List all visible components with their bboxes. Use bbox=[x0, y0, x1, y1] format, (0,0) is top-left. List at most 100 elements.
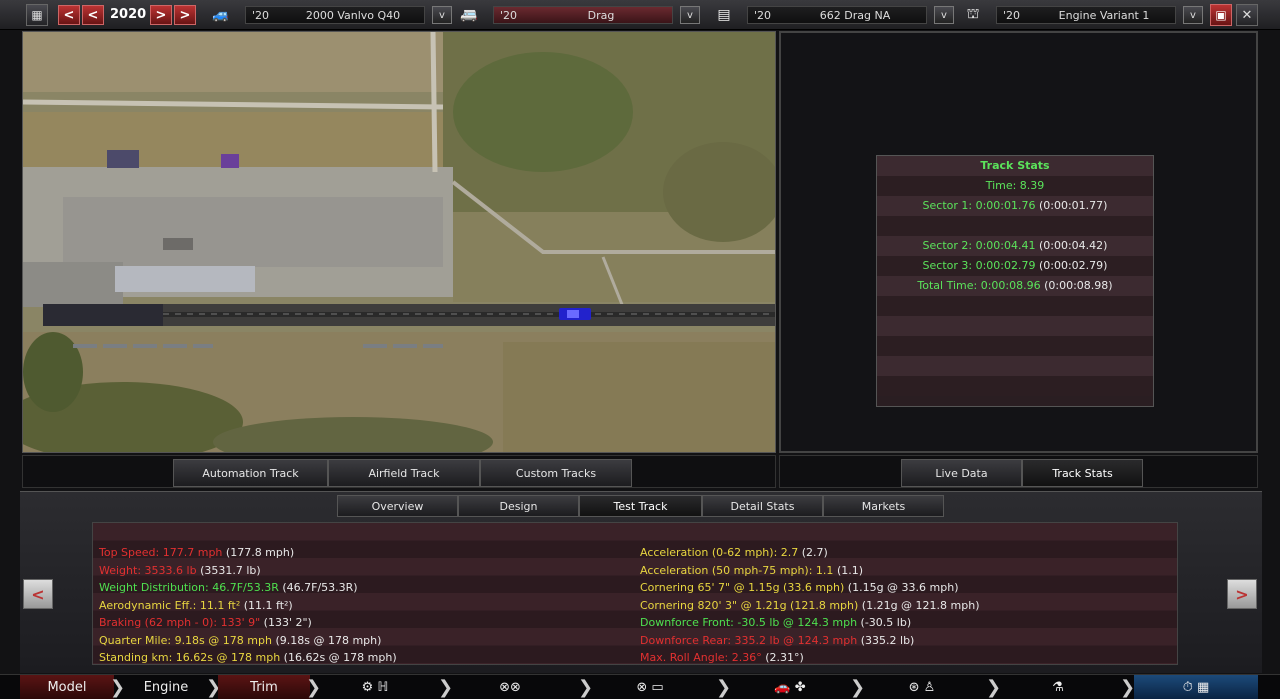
track-time: Time: 8.39 bbox=[877, 176, 1153, 196]
nav-drivetrain-icon[interactable]: ⊗ ▭ bbox=[590, 675, 710, 699]
empty-row bbox=[877, 336, 1153, 356]
stat-row: Downforce Front: -30.5 lb @ 124.3 mph (-… bbox=[640, 614, 980, 632]
track-map[interactable] bbox=[22, 31, 776, 453]
stat-reference: (335.2 lb) bbox=[860, 633, 915, 647]
variant-icon: ⛫ bbox=[966, 6, 980, 22]
nav-model[interactable]: Model bbox=[20, 675, 114, 699]
performance-stats: Top Speed: 177.7 mph (177.8 mph) Weight: … bbox=[92, 522, 1178, 665]
stat-reference: (1.1) bbox=[836, 563, 864, 577]
stat-value: Weight Distribution: 46.7F/53.3R bbox=[99, 581, 279, 594]
sector-3-row: Sector 3: 0:00:02.79 (0:00:02.79) bbox=[877, 256, 1153, 276]
save-icon[interactable]: ▣ bbox=[1210, 4, 1232, 26]
total-time-ref: (0:00:08.98) bbox=[1044, 279, 1113, 292]
variant-select[interactable]: '20 Engine Variant 1 bbox=[996, 6, 1176, 24]
stat-reference: (16.62s @ 178 mph) bbox=[283, 651, 397, 664]
calendar-icon[interactable]: ▦ bbox=[26, 4, 48, 26]
tab-overview[interactable]: Overview bbox=[337, 495, 458, 517]
variant-dropdown-button[interactable]: v bbox=[1183, 6, 1203, 24]
variant-name: Engine Variant 1 bbox=[1058, 8, 1150, 22]
nav-engine[interactable]: Engine bbox=[122, 675, 210, 699]
nav-test-drive-icon[interactable]: ⏱ ▦ bbox=[1134, 675, 1258, 699]
nav-interior-icon[interactable]: ⊛ ♙ bbox=[862, 675, 982, 699]
model-select[interactable]: '20 2000 Vanlvo Q40 bbox=[245, 6, 425, 24]
tab-design[interactable]: Design bbox=[458, 495, 579, 517]
stat-reference: (3531.7 lb) bbox=[200, 563, 261, 577]
model-name: 2000 Vanlvo Q40 bbox=[305, 8, 401, 22]
engine-dropdown-button[interactable]: v bbox=[934, 6, 954, 24]
sector-1-row: Sector 1: 0:00:01.76 (0:00:01.77) bbox=[877, 196, 1153, 216]
tab-live-data[interactable]: Live Data bbox=[901, 459, 1022, 487]
spacer-row bbox=[877, 216, 1153, 236]
empty-row bbox=[877, 316, 1153, 336]
prev-decade-button[interactable]: < bbox=[58, 5, 80, 25]
tab-detail-stats[interactable]: Detail Stats bbox=[702, 495, 823, 517]
prev-year-button[interactable]: < bbox=[82, 5, 104, 25]
next-page-button[interactable]: > bbox=[1227, 579, 1257, 609]
stat-row: Top Speed: 177.7 mph (177.8 mph) bbox=[99, 544, 397, 562]
stat-reference: (2.31°) bbox=[765, 651, 804, 664]
stat-reference: (1.15g @ 33.6 mph) bbox=[847, 581, 959, 594]
stat-reference: (2.7) bbox=[801, 546, 828, 559]
stats-tab-bar: Live Data Track Stats bbox=[779, 455, 1258, 488]
close-button[interactable]: ✕ bbox=[1236, 4, 1258, 26]
stat-row: Acceleration (50 mph-75 mph): 1.1 (1.1) bbox=[640, 562, 980, 580]
stat-row: Weight Distribution: 46.7F/53.3R (46.7F/… bbox=[99, 579, 397, 597]
engine-name: 662 Drag NA bbox=[819, 8, 891, 22]
sector-1-value: Sector 1: 0:00:01.76 bbox=[922, 199, 1036, 212]
stats-right-column: Acceleration (0-62 mph): 2.7 (2.7) Accele… bbox=[640, 544, 980, 667]
stat-value: Acceleration (50 mph-75 mph): 1.1 bbox=[640, 563, 834, 577]
tab-automation-track[interactable]: Automation Track bbox=[173, 459, 328, 487]
nav-engine-label: Engine bbox=[143, 680, 189, 695]
next-decade-button[interactable]: > bbox=[174, 5, 196, 25]
stat-reference: (-30.5 lb) bbox=[860, 616, 912, 629]
stat-value: Braking (62 mph - 0): 133' 9" bbox=[99, 616, 261, 629]
bottom-nav: Model ❯ Engine ❯ Trim ❯ ⚙ ℍ ❯ ⊗⊗ ❯ ⊗ ▭ ❯… bbox=[0, 674, 1280, 699]
sector-2-ref: (0:00:04.42) bbox=[1038, 239, 1108, 252]
stat-value: Acceleration (0-62 mph): 2.7 bbox=[640, 546, 799, 559]
stat-reference: (46.7F/53.3R) bbox=[282, 581, 358, 594]
track-tab-bar: Automation Track Airfield Track Custom T… bbox=[22, 455, 776, 488]
stat-value: Downforce Front: -30.5 lb @ 124.3 mph bbox=[640, 616, 858, 629]
tab-markets[interactable]: Markets bbox=[823, 495, 944, 517]
stat-reference: (177.8 mph) bbox=[225, 546, 295, 559]
stat-row: Weight: 3533.6 lb (3531.7 lb) bbox=[99, 562, 397, 580]
total-time-row: Total Time: 0:00:08.96 (0:00:08.98) bbox=[877, 276, 1153, 296]
variant-year: '20 bbox=[1003, 8, 1021, 22]
model-dropdown-button[interactable]: v bbox=[432, 6, 452, 24]
tab-track-stats[interactable]: Track Stats bbox=[1022, 459, 1143, 487]
stat-row: Standing km: 16.62s @ 178 mph (16.62s @ … bbox=[99, 649, 397, 667]
tab-custom-tracks[interactable]: Custom Tracks bbox=[480, 459, 632, 487]
engine-block-icon: ▤ bbox=[717, 7, 731, 23]
sector-2-value: Sector 2: 0:00:04.41 bbox=[922, 239, 1036, 252]
tab-test-track[interactable]: Test Track bbox=[579, 495, 702, 517]
bottom-panel: Overview Design Test Track Detail Stats … bbox=[20, 491, 1262, 673]
sector-3-value: Sector 3: 0:00:02.79 bbox=[922, 259, 1036, 272]
chevron-right-icon: ❯ bbox=[1120, 677, 1136, 698]
stat-value: Aerodynamic Eff.: 11.1 ft² bbox=[99, 598, 241, 612]
stat-value: Standing km: 16.62s @ 178 mph bbox=[99, 651, 281, 664]
model-year: '20 bbox=[252, 8, 270, 22]
nav-suspension-icon[interactable]: ⊗⊗ bbox=[450, 675, 570, 699]
next-year-button[interactable]: > bbox=[150, 5, 172, 25]
stats-panel: Track Stats Time: 8.39 Sector 1: 0:00:01… bbox=[779, 31, 1258, 453]
stat-value: Cornering 65' 7" @ 1.15g (33.6 mph) bbox=[640, 581, 845, 594]
trim-year: '20 bbox=[500, 8, 518, 22]
nav-tuning-icon[interactable]: ⚗ bbox=[998, 675, 1118, 699]
nav-trim[interactable]: Trim bbox=[218, 675, 310, 699]
trim-car-icon: 🚐 bbox=[460, 7, 478, 23]
trim-select[interactable]: '20 Drag bbox=[493, 6, 673, 24]
stat-row: Downforce Rear: 335.2 lb @ 124.3 mph (33… bbox=[640, 632, 980, 650]
nav-body-icon[interactable]: 🚗 ✤ bbox=[730, 675, 850, 699]
sector-2-row: Sector 2: 0:00:04.41 (0:00:04.42) bbox=[877, 236, 1153, 256]
stat-reference: (133' 2") bbox=[263, 616, 312, 629]
tab-airfield-track[interactable]: Airfield Track bbox=[328, 459, 480, 487]
stat-reference: (1.21g @ 121.8 mph) bbox=[861, 598, 980, 612]
stat-value: Downforce Rear: 335.2 lb @ 124.3 mph bbox=[640, 633, 858, 647]
nav-chassis-icon[interactable]: ⚙ ℍ bbox=[320, 675, 430, 699]
prev-page-button[interactable]: < bbox=[23, 579, 53, 609]
stat-reference: (11.1 ft²) bbox=[243, 598, 293, 612]
trim-dropdown-button[interactable]: v bbox=[680, 6, 700, 24]
engine-select[interactable]: '20 662 Drag NA bbox=[747, 6, 927, 24]
stat-row: Cornering 65' 7" @ 1.15g (33.6 mph) (1.1… bbox=[640, 579, 980, 597]
stat-row: Acceleration (0-62 mph): 2.7 (2.7) bbox=[640, 544, 980, 562]
